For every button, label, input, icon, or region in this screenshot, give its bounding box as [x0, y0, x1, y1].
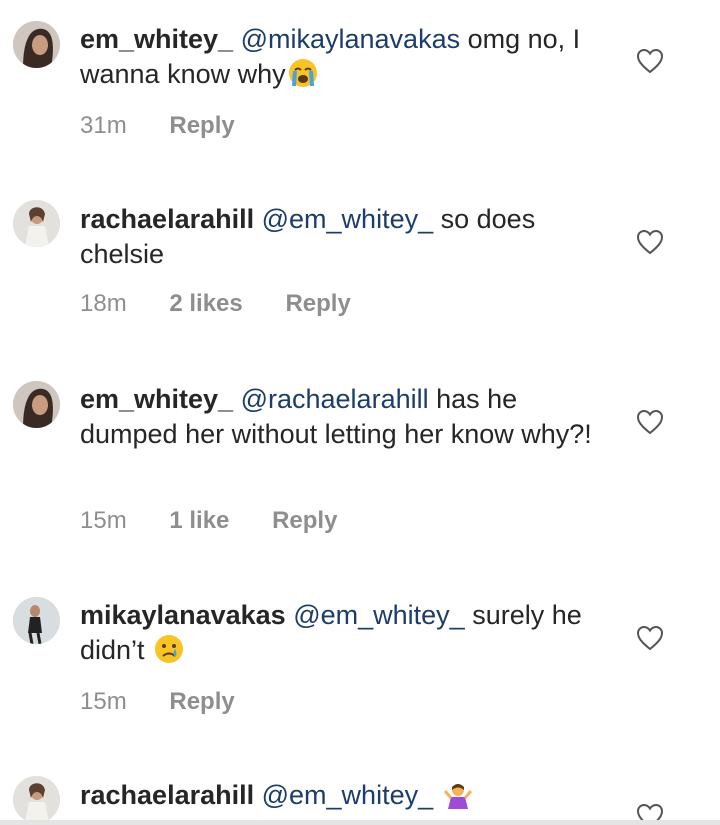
- comment-mention[interactable]: @mikaylanavakas: [241, 24, 461, 54]
- comment-mention[interactable]: @em_whitey_: [262, 204, 433, 234]
- comment-meta: 15m Reply: [80, 688, 235, 716]
- comment-username[interactable]: rachaelarahill: [80, 204, 254, 234]
- heart-outline-icon[interactable]: [636, 48, 664, 74]
- heart-outline-icon[interactable]: [636, 409, 664, 435]
- comment-text: em_whitey_ @rachaelarahill has he dumped…: [80, 382, 610, 452]
- avatar[interactable]: [13, 597, 60, 644]
- comment-username[interactable]: em_whitey_: [80, 24, 233, 54]
- comment-mention[interactable]: @em_whitey_: [293, 600, 464, 630]
- comment-mention[interactable]: @rachaelarahill: [241, 384, 429, 414]
- comment-text: mikaylanavakas @em_whitey_ surely he did…: [80, 598, 610, 668]
- bottom-divider: [0, 820, 720, 825]
- reply-button[interactable]: Reply: [272, 507, 337, 535]
- person-shrugging-icon: [443, 779, 473, 809]
- comment-mention[interactable]: @em_whitey_: [262, 780, 433, 810]
- heart-outline-icon[interactable]: [636, 625, 664, 651]
- avatar[interactable]: [13, 200, 60, 247]
- reply-button[interactable]: Reply: [169, 112, 234, 140]
- comment-username[interactable]: mikaylanavakas: [80, 600, 286, 630]
- reply-button[interactable]: Reply: [285, 290, 350, 318]
- comment-likes[interactable]: 2 likes: [169, 290, 242, 318]
- comment-time: 18m: [80, 290, 127, 317]
- comment-username[interactable]: em_whitey_: [80, 384, 233, 414]
- avatar[interactable]: [13, 381, 60, 428]
- comment-meta: 15m 1 like Reply: [80, 507, 337, 535]
- reply-button[interactable]: Reply: [169, 688, 234, 716]
- comment-text: rachaelarahill @em_whitey_: [80, 778, 610, 813]
- heart-outline-icon[interactable]: [636, 229, 664, 255]
- avatar[interactable]: [13, 21, 60, 68]
- crying-face-icon: [154, 634, 184, 664]
- comment-username[interactable]: rachaelarahill: [80, 780, 254, 810]
- avatar[interactable]: [13, 776, 60, 823]
- comment-time: 31m: [80, 112, 127, 139]
- comment-meta: 18m 2 likes Reply: [80, 290, 351, 318]
- comment-text: rachaelarahill @em_whitey_ so does chels…: [80, 202, 610, 272]
- loudly-crying-face-icon: [288, 58, 318, 88]
- comment-time: 15m: [80, 507, 127, 534]
- comment-time: 15m: [80, 688, 127, 715]
- comment-text: em_whitey_ @mikaylanavakas omg no, I wan…: [80, 22, 610, 92]
- comment-likes[interactable]: 1 like: [169, 507, 229, 535]
- comment-meta: 31m Reply: [80, 112, 235, 140]
